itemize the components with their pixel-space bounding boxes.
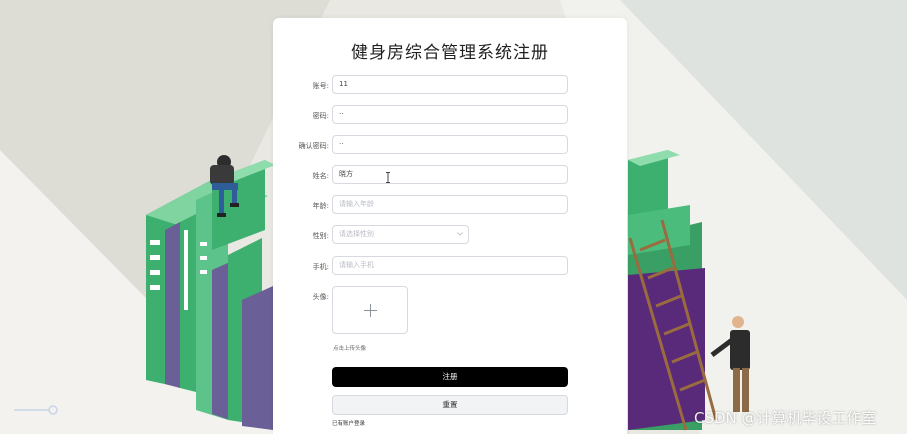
slider-decoration-icon — [14, 401, 60, 415]
gender-select[interactable]: 请选择性别 — [332, 225, 469, 244]
confirm-password-label: 确认密码: — [298, 142, 329, 150]
chevron-down-icon — [457, 232, 463, 236]
password-label: 密码: — [312, 112, 329, 120]
register-button[interactable]: 注册 — [332, 367, 568, 387]
login-link[interactable]: 已有账户登录 — [332, 419, 365, 427]
password-input[interactable]: ·· — [332, 105, 568, 124]
name-label: 姓名: — [312, 172, 329, 180]
phone-input[interactable]: 请输入手机 — [332, 256, 568, 275]
watermark-text: CSDN @计算机毕设工作室 — [694, 409, 877, 427]
phone-label: 手机: — [312, 263, 329, 271]
text-cursor-icon — [386, 172, 390, 183]
avatar-label: 头像: — [312, 293, 329, 301]
age-input[interactable]: 请输入年龄 — [332, 195, 568, 214]
plus-icon — [364, 304, 377, 317]
avatar-upload-hint: 点击上传头像 — [333, 346, 367, 352]
gender-label: 性别: — [312, 232, 329, 240]
gender-select-placeholder: 请选择性别 — [339, 230, 374, 238]
page-title: 健身房综合管理系统注册 — [351, 43, 549, 63]
reset-button[interactable]: 重置 — [332, 395, 568, 415]
name-input[interactable]: 晓方 — [332, 165, 568, 184]
avatar-upload-button[interactable] — [332, 286, 408, 334]
confirm-password-input[interactable]: ·· — [332, 135, 568, 154]
register-form-card: 健身房综合管理系统注册 账号: 11 密码: ·· 确认密码: ·· 姓名: 晓… — [273, 18, 627, 434]
age-label: 年龄: — [312, 202, 329, 210]
account-label: 账号: — [312, 82, 329, 90]
account-input[interactable]: 11 — [332, 75, 568, 94]
